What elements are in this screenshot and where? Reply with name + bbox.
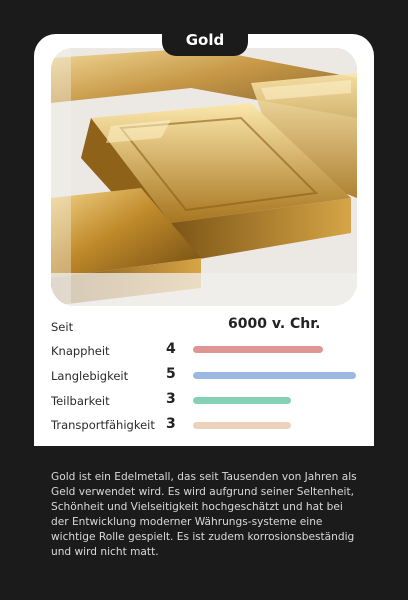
since-value: 6000 v. Chr. bbox=[228, 316, 321, 332]
stat-value: 3 bbox=[166, 391, 176, 407]
stat-label: Teilbarkeit bbox=[51, 394, 110, 408]
stat-bar bbox=[193, 372, 356, 379]
card-title: Gold bbox=[162, 24, 248, 56]
stat-value: 5 bbox=[166, 366, 176, 382]
stat-value: 3 bbox=[166, 416, 176, 432]
card-description: Gold ist ein Edelmetall, das seit Tausen… bbox=[51, 471, 357, 558]
stat-label: Knappheit bbox=[51, 344, 110, 358]
stat-bar bbox=[193, 397, 356, 404]
page: Gold Seit 6000 v. Chr. Knappheit 4 Langl… bbox=[0, 0, 408, 600]
stat-label: Langlebigkeit bbox=[51, 369, 129, 383]
gold-bars-photo-icon bbox=[51, 48, 357, 306]
stat-bar-fill bbox=[193, 422, 291, 429]
since-label: Seit bbox=[51, 320, 74, 334]
stat-label: Transportfähigkeit bbox=[51, 418, 155, 432]
stat-value: 4 bbox=[166, 341, 176, 357]
stat-bar-fill bbox=[193, 372, 356, 379]
stat-bar-fill bbox=[193, 397, 291, 404]
stat-bar bbox=[193, 422, 356, 429]
stat-bar-fill bbox=[193, 346, 324, 353]
stat-bar bbox=[193, 346, 356, 353]
gold-bars-image bbox=[51, 48, 357, 306]
